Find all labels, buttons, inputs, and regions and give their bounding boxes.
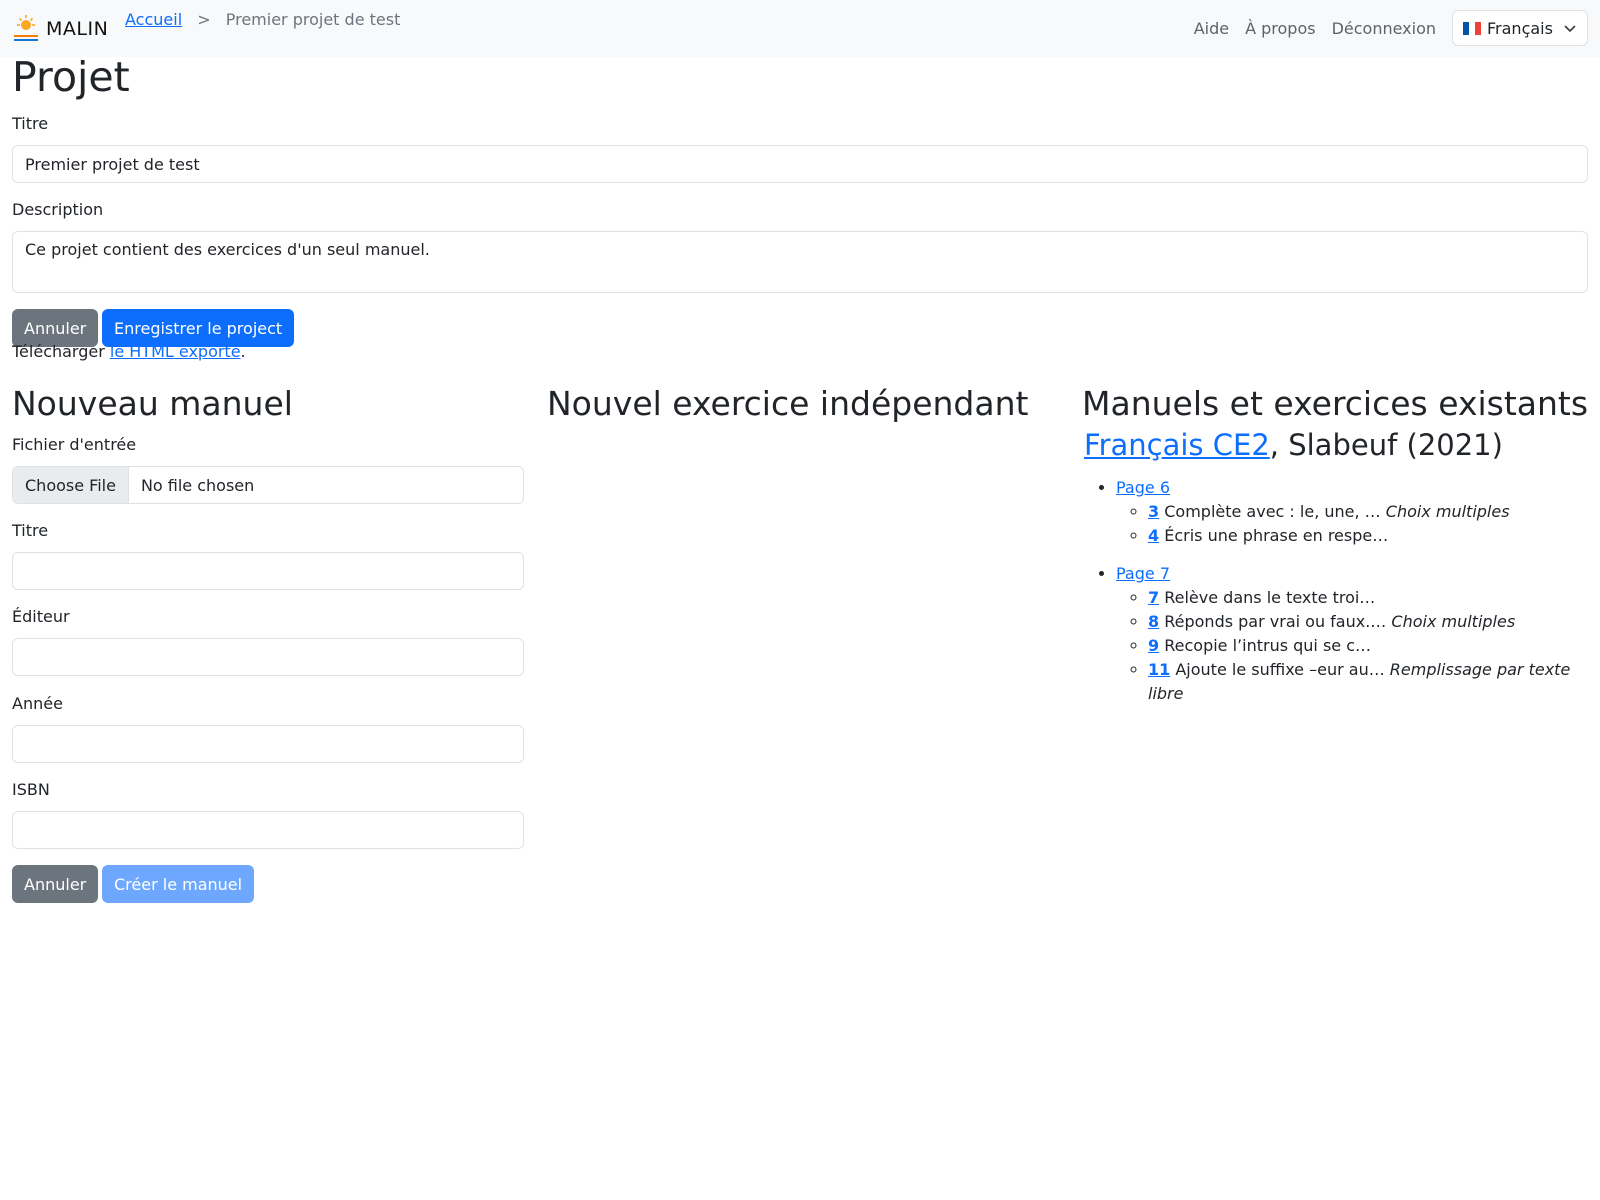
sun-logo-icon	[14, 15, 38, 41]
breadcrumb-separator: >	[197, 10, 211, 29]
textbook-link[interactable]: Français CE2	[1084, 428, 1270, 462]
year-input[interactable]	[12, 725, 524, 763]
choose-file-button[interactable]: Choose File	[13, 467, 129, 503]
logout-link[interactable]: Déconnexion	[1332, 19, 1436, 38]
exercise-item: 3 Complète avec : le, une, … Choix multi…	[1148, 500, 1600, 524]
year-label: Année	[12, 694, 63, 713]
exercise-link[interactable]: 3	[1148, 502, 1159, 521]
exercise-text: Ajoute le suffixe –eur au…	[1175, 660, 1385, 679]
textbook-tree: Page 6 3 Complète avec : le, une, … Choi…	[1084, 476, 1600, 720]
exercise-item: 8 Réponds par vrai ou faux.… Choix multi…	[1148, 610, 1600, 634]
navbar: MALIN Accueil > Premier projet de test A…	[0, 0, 1600, 57]
project-title-label: Titre	[12, 114, 49, 133]
new-exercise-heading: Nouvel exercice indépendant	[547, 384, 1029, 423]
new-textbook-heading: Nouveau manuel	[12, 384, 293, 423]
exercise-kind: Choix multiples	[1391, 612, 1516, 631]
language-select[interactable]: Français	[1452, 10, 1588, 46]
breadcrumb-home-link[interactable]: Accueil	[125, 10, 182, 29]
help-link[interactable]: Aide	[1194, 19, 1229, 38]
textbook-title-input[interactable]	[12, 552, 524, 590]
page-title: Projet	[12, 53, 130, 101]
exercise-text: Complète avec : le, une, …	[1164, 502, 1381, 521]
chevron-down-icon	[1564, 25, 1576, 33]
textbook-details: , Slabeuf (2021)	[1269, 428, 1503, 462]
textbook-heading: Français CE2, Slabeuf (2021)	[1084, 428, 1503, 462]
brand-name: MALIN	[46, 18, 109, 40]
editor-label: Éditeur	[12, 607, 70, 626]
textbook-cancel-button[interactable]: Annuler	[12, 865, 99, 903]
breadcrumb: Accueil > Premier projet de test	[125, 10, 400, 29]
exercise-text: Relève dans le texte troi…	[1164, 588, 1376, 607]
download-suffix: .	[240, 342, 246, 361]
france-flag-icon	[1463, 21, 1481, 35]
exercise-text: Réponds par vrai ou faux.…	[1164, 612, 1387, 631]
language-value: Français	[1487, 18, 1553, 38]
isbn-label: ISBN	[12, 780, 50, 799]
exercise-kind: Choix multiples	[1385, 502, 1510, 521]
editor-input[interactable]	[12, 638, 524, 676]
file-input[interactable]: Choose File No file chosen	[12, 466, 524, 504]
breadcrumb-current: Premier projet de test	[225, 10, 401, 29]
exercise-item: 9 Recopie l’intrus qui se c…	[1148, 634, 1600, 658]
file-status: No file chosen	[140, 475, 255, 495]
download-line: Télécharger le HTML exporté.	[12, 342, 246, 361]
exercise-text: Recopie l’intrus qui se c…	[1164, 636, 1372, 655]
exercise-item: 11 Ajoute le suffixe –eur au… Remplissag…	[1148, 658, 1600, 706]
exercise-link[interactable]: 9	[1148, 636, 1159, 655]
brand[interactable]: MALIN	[12, 14, 108, 44]
input-file-label: Fichier d'entrée	[12, 435, 137, 454]
page-link[interactable]: Page 7	[1116, 564, 1170, 583]
isbn-input[interactable]	[12, 811, 524, 849]
exercise-item: 4 Écris une phrase en respe…	[1148, 524, 1600, 548]
existing-heading: Manuels et exercices existants	[1082, 384, 1589, 423]
page-item: Page 7 7 Relève dans le texte troi… 8 Ré…	[1116, 562, 1600, 706]
exercise-link[interactable]: 4	[1148, 526, 1159, 545]
download-prefix: Télécharger	[12, 342, 110, 361]
exercise-link[interactable]: 8	[1148, 612, 1159, 631]
page-item: Page 6 3 Complète avec : le, une, … Choi…	[1116, 476, 1600, 548]
page-link[interactable]: Page 6	[1116, 478, 1170, 497]
textbook-title-label: Titre	[12, 521, 49, 540]
project-description-textarea[interactable]: Ce projet contient des exercices d'un se…	[12, 231, 1588, 293]
exercise-link[interactable]: 7	[1148, 588, 1159, 607]
project-title-input[interactable]	[12, 145, 1588, 183]
exercise-item: 7 Relève dans le texte troi…	[1148, 586, 1600, 610]
exported-html-link[interactable]: le HTML exporté	[110, 342, 241, 361]
about-link[interactable]: À propos	[1245, 19, 1315, 38]
create-textbook-button[interactable]: Créer le manuel	[102, 865, 255, 903]
exercise-text: Écris une phrase en respe…	[1164, 526, 1389, 545]
navbar-right: Aide À propos Déconnexion Français	[1194, 10, 1588, 46]
exercise-link[interactable]: 11	[1148, 660, 1170, 679]
project-description-label: Description	[12, 200, 104, 219]
